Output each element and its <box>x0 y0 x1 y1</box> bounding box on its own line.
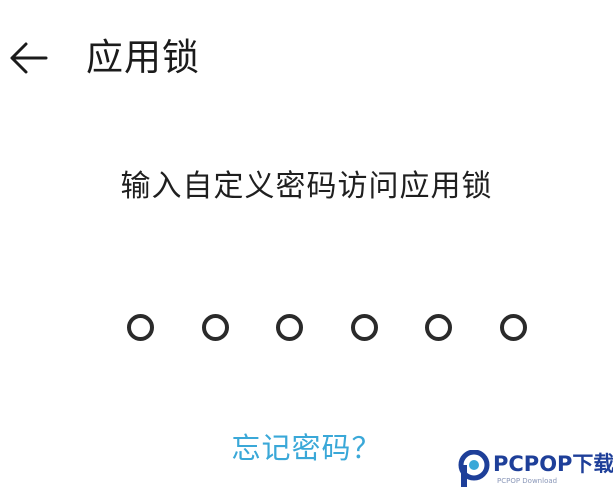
app-lock-screen: 应用锁 输入自定义密码访问应用锁 忘记密码？ PCPOP下载 PCPOP Dow… <box>0 0 613 496</box>
password-prompt: 输入自定义密码访问应用锁 <box>120 169 493 204</box>
watermark: PCPOP下载 PCPOP Download <box>455 446 613 496</box>
pin-dot <box>350 313 378 341</box>
watermark-brand: PCPOP下载 <box>493 452 613 476</box>
pin-dot <box>276 313 304 341</box>
pin-indicator <box>127 312 527 342</box>
pin-dot <box>499 313 527 341</box>
pin-dot <box>127 313 154 341</box>
watermark-sub: PCPOP Download <box>497 477 558 485</box>
back-button[interactable] <box>4 34 52 82</box>
pin-dot <box>201 313 229 341</box>
pin-dot <box>425 313 453 341</box>
pcpop-logo-icon <box>458 450 490 487</box>
arrow-left-icon <box>10 42 48 74</box>
page-title: 应用锁 <box>86 36 200 79</box>
